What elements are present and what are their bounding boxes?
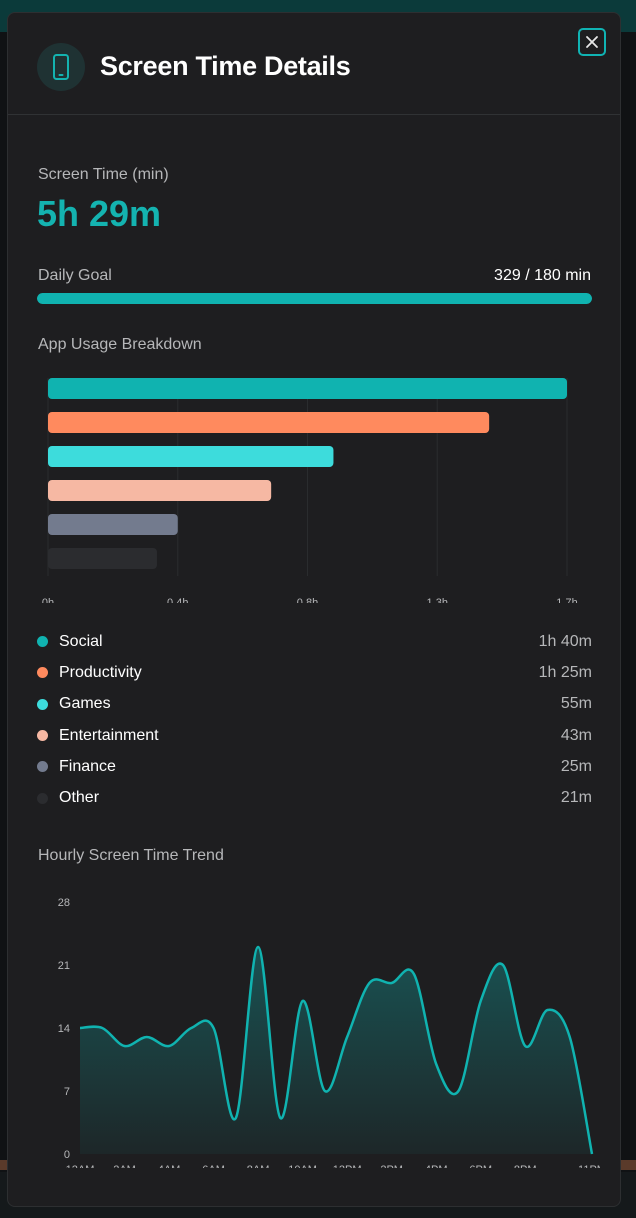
bar-finance bbox=[48, 514, 178, 535]
smartphone-icon bbox=[37, 43, 85, 91]
bar-games bbox=[48, 446, 334, 467]
screen-time-modal: Screen Time Details Screen Time (min) 5h… bbox=[7, 12, 621, 1207]
legend-item: Productivity 1h 25m bbox=[37, 657, 592, 688]
y-tick-label: 0 bbox=[64, 1149, 70, 1161]
bar-entertainment bbox=[48, 480, 272, 501]
legend-item: Finance 25m bbox=[37, 751, 592, 782]
hourly-trend-chart: 0 7 14 21 28 12AM 2AM 4AM 6AM 8AM 10AM 12PM 2PM 4PM 6P… bbox=[58, 897, 602, 1168]
legend-name: Social bbox=[59, 632, 103, 650]
legend-value: 55m bbox=[560, 695, 592, 713]
legend-dot bbox=[37, 667, 48, 679]
y-tick-label: 28 bbox=[58, 897, 70, 909]
legend-value: 1h 40m bbox=[538, 632, 592, 650]
modal-title: Screen Time Details bbox=[100, 51, 351, 81]
legend-name: Other bbox=[59, 789, 100, 807]
x-tick-label: 12PM bbox=[333, 1164, 362, 1168]
x-tick-label: 0.8h bbox=[297, 597, 318, 603]
x-tick-label: 12AM bbox=[66, 1164, 95, 1168]
daily-goal-label: Daily Goal bbox=[38, 267, 112, 284]
legend-dot bbox=[37, 792, 48, 804]
bar-productivity bbox=[48, 412, 490, 433]
legend-dot bbox=[37, 698, 48, 710]
x-tick-label: 4AM bbox=[158, 1164, 181, 1168]
legend-name: Entertainment bbox=[59, 726, 159, 744]
app-usage-bar-chart: 0h 0.4h 0.8h 1.3h 1.7h bbox=[42, 378, 578, 603]
bar-social bbox=[48, 378, 567, 399]
legend-item: Games 55m bbox=[37, 689, 592, 720]
y-tick-label: 14 bbox=[58, 1023, 70, 1035]
legend-item: Social 1h 40m bbox=[37, 626, 592, 657]
legend-item: Other 21m bbox=[37, 782, 592, 813]
legend-name: Productivity bbox=[59, 663, 142, 681]
legend-value: 21m bbox=[560, 789, 592, 807]
y-tick-label: 21 bbox=[58, 960, 70, 972]
y-tick-label: 7 bbox=[64, 1086, 70, 1098]
x-tick-label: 1.3h bbox=[427, 597, 448, 603]
daily-goal-value: 329 / 180 min bbox=[494, 267, 591, 284]
legend-value: 43m bbox=[560, 726, 592, 744]
x-tick-label: 4PM bbox=[425, 1164, 448, 1168]
x-tick-label: 1.7h bbox=[556, 597, 577, 603]
trend-area bbox=[80, 947, 592, 1154]
app-usage-title: App Usage Breakdown bbox=[38, 336, 202, 353]
x-tick-label: 2AM bbox=[113, 1164, 136, 1168]
x-tick-label: 6PM bbox=[469, 1164, 492, 1168]
legend-dot bbox=[37, 730, 48, 742]
x-tick-label: 0h bbox=[42, 597, 54, 603]
hourly-trend-title: Hourly Screen Time Trend bbox=[38, 847, 224, 864]
legend-name: Games bbox=[59, 695, 111, 713]
legend-dot bbox=[37, 636, 48, 648]
x-tick-label: 10AM bbox=[288, 1164, 317, 1168]
legend-name: Finance bbox=[59, 757, 116, 775]
daily-goal-progress-fill bbox=[37, 293, 592, 304]
close-icon bbox=[586, 36, 598, 48]
legend-dot bbox=[37, 761, 48, 773]
legend-item: Entertainment 43m bbox=[37, 720, 592, 751]
close-button[interactable] bbox=[578, 28, 606, 56]
legend-value: 1h 25m bbox=[538, 663, 592, 681]
screen-time-value: 5h 29m bbox=[37, 193, 162, 234]
modal-header: Screen Time Details bbox=[8, 13, 620, 115]
screen-time-label: Screen Time (min) bbox=[38, 166, 169, 183]
legend-value: 25m bbox=[560, 757, 592, 775]
x-tick-label: 6AM bbox=[202, 1164, 225, 1168]
bar-other bbox=[48, 548, 157, 569]
x-tick-label: 11PM bbox=[578, 1164, 602, 1168]
x-tick-label: 2PM bbox=[380, 1164, 403, 1168]
daily-goal-progress-bar bbox=[37, 293, 592, 304]
x-tick-label: 8AM bbox=[247, 1164, 270, 1168]
app-usage-legend: Social 1h 40m Productivity 1h 25m Games 55m En… bbox=[37, 626, 592, 814]
x-tick-label: 8PM bbox=[514, 1164, 537, 1168]
x-tick-label: 0.4h bbox=[167, 597, 188, 603]
